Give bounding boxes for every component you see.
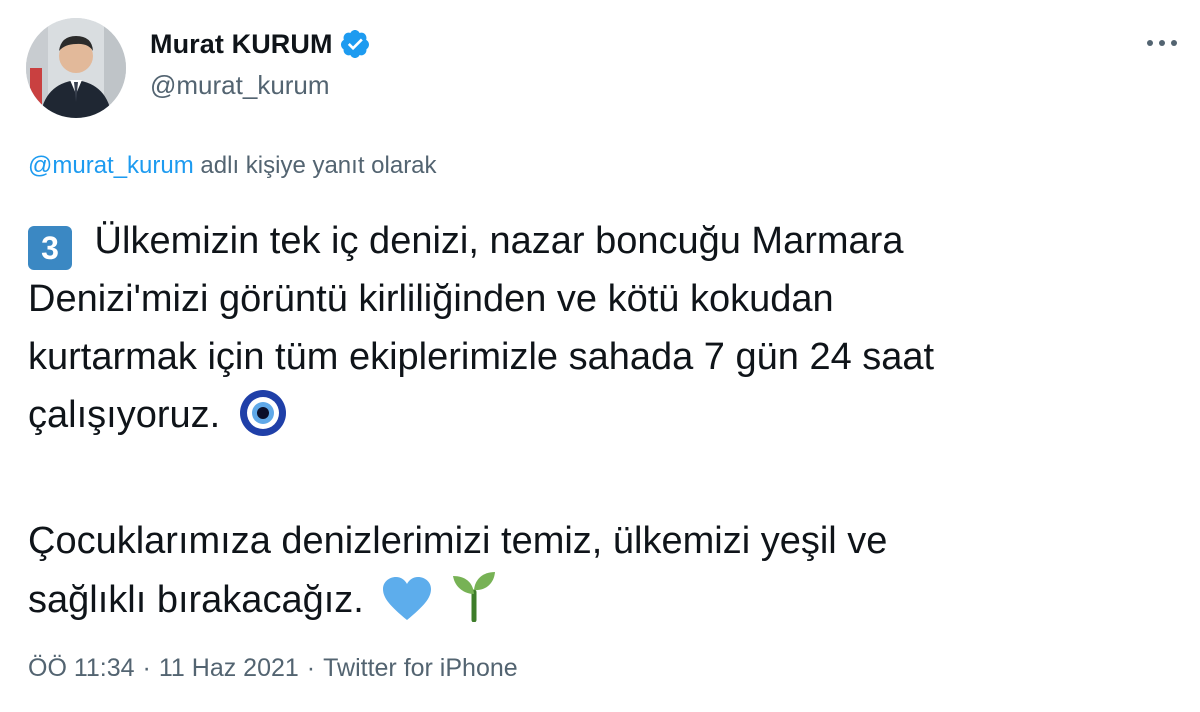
tweet-line: sağlıklı bırakacağız.: [28, 579, 364, 621]
keycap-3-icon: 3: [28, 226, 72, 270]
tweet-meta: ÖÖ 11:34 · 11 Haz 2021 · Twitter for iPhone: [28, 654, 518, 683]
tweet-time[interactable]: ÖÖ 11:34: [28, 654, 135, 682]
tweet-source[interactable]: Twitter for iPhone: [323, 654, 518, 682]
avatar[interactable]: [26, 18, 126, 118]
tweet-card: Murat KURUM @murat_kurum @murat_kurum ad…: [0, 0, 1200, 712]
reply-mention-link[interactable]: @murat_kurum: [28, 152, 194, 179]
tweet-text: 3 Ülkemizin tek iç denizi, nazar boncuğu…: [28, 212, 1178, 639]
reply-context: @murat_kurum adlı kişiye yanıt olarak: [28, 152, 437, 180]
nazar-amulet-icon: [239, 389, 287, 454]
more-icon: [1147, 40, 1177, 46]
tweet-line: Ülkemizin tek iç denizi, nazar boncuğu M…: [84, 220, 904, 262]
verified-badge-icon: [339, 28, 371, 60]
tweet-line: Denizi'mizi görüntü kirliliğinden ve köt…: [28, 278, 834, 320]
tweet-line: Çocuklarımıza denizlerimizi temiz, ülkem…: [28, 520, 888, 562]
meta-separator: ·: [306, 654, 316, 682]
author-name[interactable]: Murat KURUM: [150, 29, 333, 60]
author-handle[interactable]: @murat_kurum: [150, 70, 371, 101]
reply-context-text: adlı kişiye yanıt olarak: [193, 152, 437, 179]
more-options-button[interactable]: [1140, 28, 1184, 58]
meta-separator: ·: [142, 654, 151, 682]
author-block: Murat KURUM @murat_kurum: [150, 26, 371, 101]
tweet-date[interactable]: 11 Haz 2021: [159, 654, 299, 682]
blue-heart-icon: [382, 576, 432, 639]
seedling-icon: [451, 570, 497, 639]
tweet-line: kurtarmak için tüm ekiplerimizle sahada …: [28, 336, 935, 378]
tweet-line: çalışıyoruz.: [28, 394, 221, 436]
